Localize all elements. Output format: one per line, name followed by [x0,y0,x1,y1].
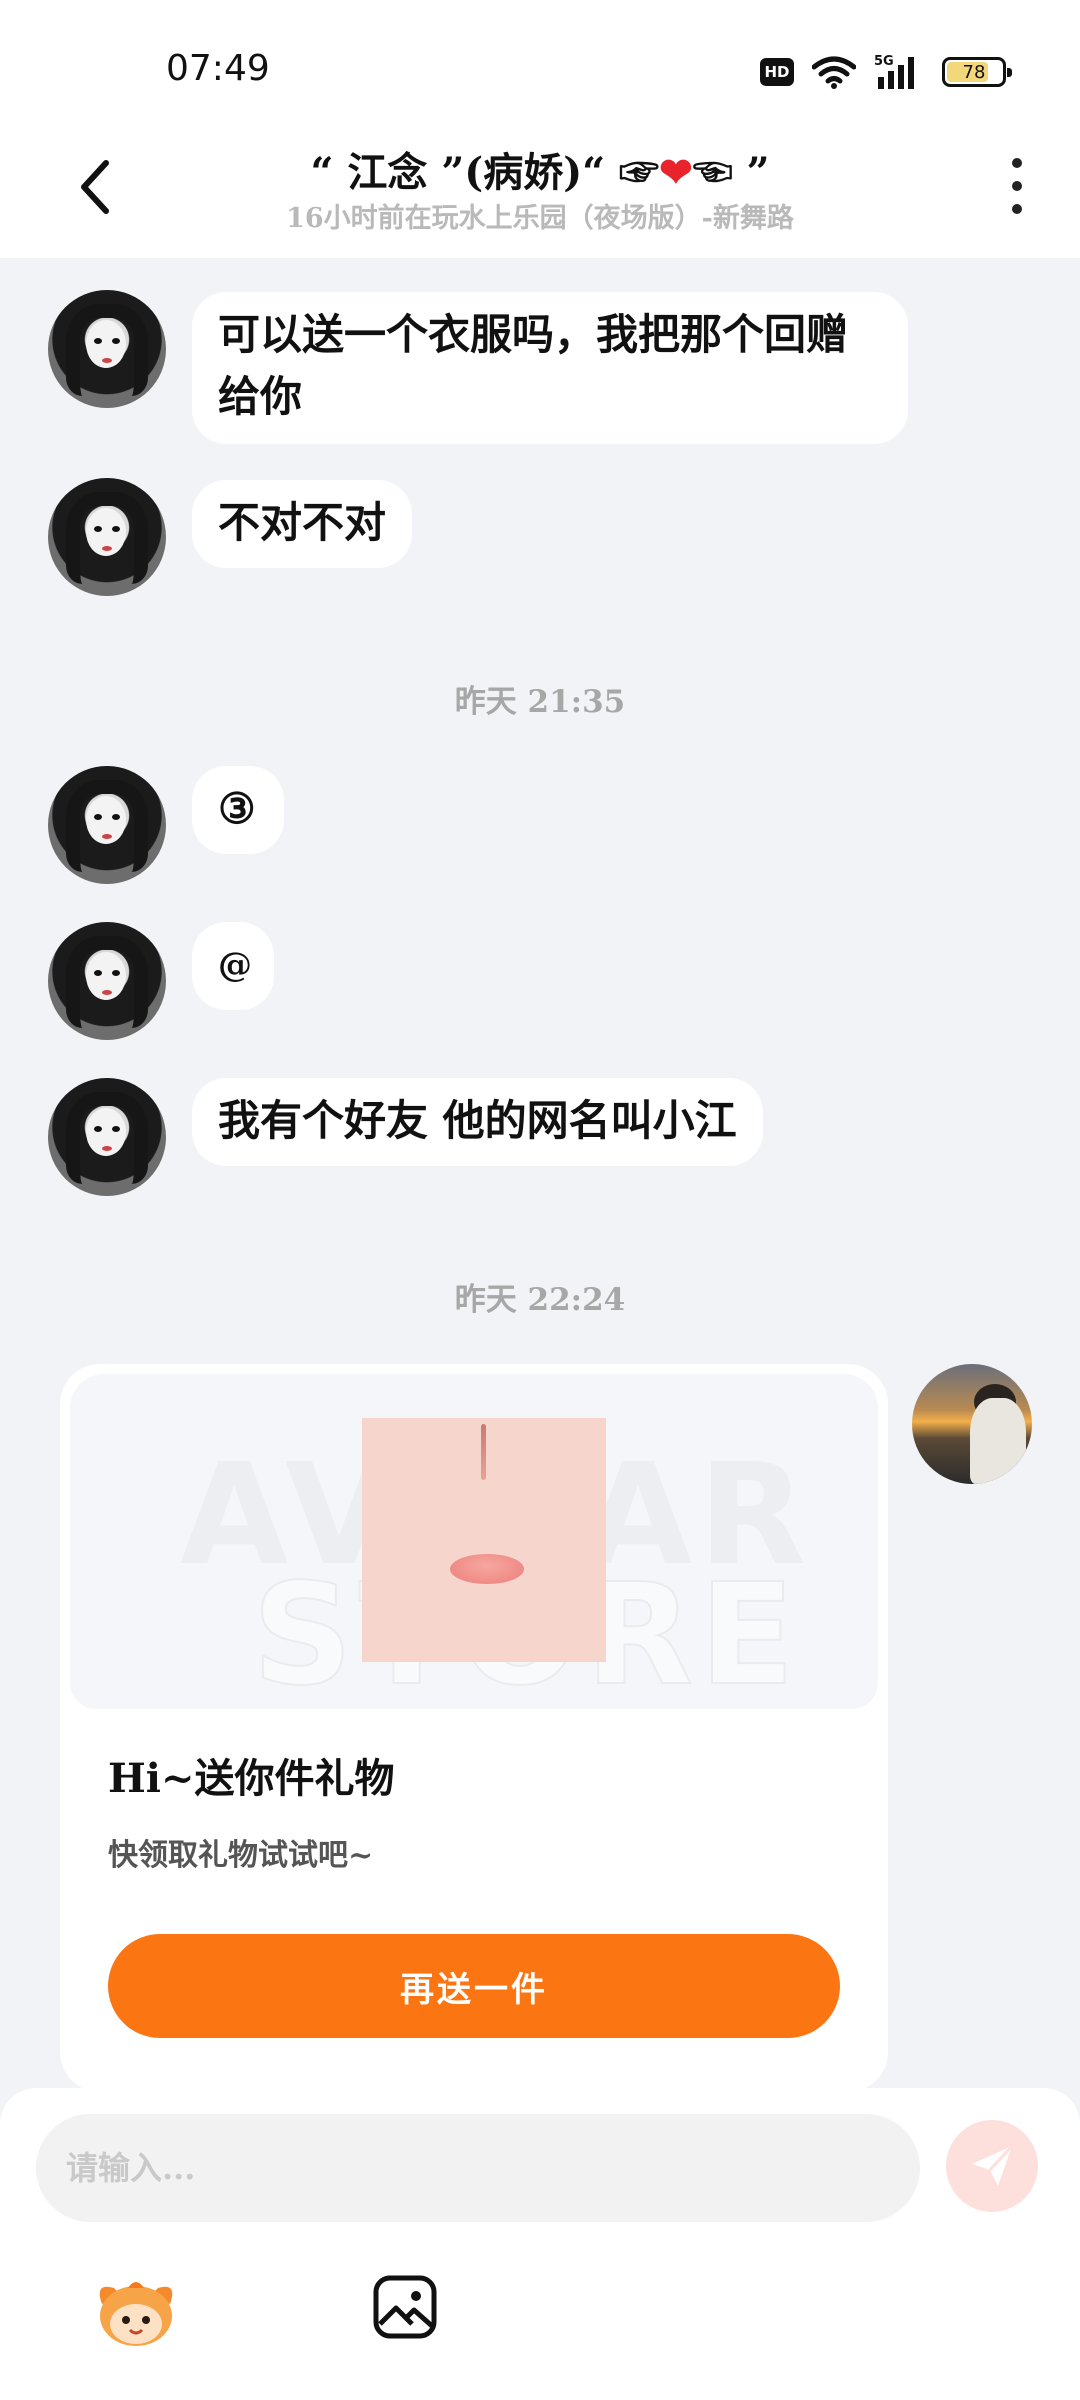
avatar-lip [102,546,112,551]
send-icon [972,2144,1014,2186]
gift-title: Hi~送你件礼物 [108,1755,395,1802]
avatar-lip [102,834,112,839]
product-nose [481,1424,486,1480]
back-icon [81,160,109,214]
message-bubble[interactable]: 我有个好友 他的网名叫小江 [192,1078,763,1166]
avatar-eye [94,338,102,344]
avatar-lip [102,990,112,995]
message-input[interactable] [36,2114,920,2222]
avatar-eye [112,338,120,344]
gift-image: AVATAR STORE [70,1374,878,1709]
wifi-icon [812,56,856,89]
title-text-suffix: ☜ ” [692,149,770,196]
contact-avatar[interactable] [48,922,166,1040]
avatar-eye [94,526,102,532]
time-divider: 昨天 21:35 [454,684,626,720]
gift-product-image [362,1418,606,1662]
more-icon-dot [1012,181,1022,191]
battery-icon: 78 [942,57,1012,87]
hd-icon: HD [760,58,794,86]
time-divider: 昨天 22:24 [454,1282,626,1318]
avatar-figure [970,1398,1026,1484]
avatar-eye [94,814,102,820]
top-bar: 07:49 HD 5G 78 “ 江念 ”(病娇)“ ☞❤☜ ” 16小时前在玩… [0,0,1080,258]
status-icons: HD 5G 78 [760,52,1012,92]
more-icon [1012,158,1022,168]
back-button[interactable] [70,152,120,222]
gift-subtitle: 快领取礼物试试吧~ [108,1838,374,1873]
gift-card[interactable]: AVATAR STORE Hi~送你件礼物 快领取礼物试试吧~ 再送一件 [60,1364,888,2092]
contact-avatar[interactable] [48,766,166,884]
signal-icon: 5G [874,54,914,89]
contact-avatar[interactable] [48,1078,166,1196]
send-button[interactable] [946,2120,1038,2212]
avatar-eye [112,814,120,820]
avatar-lip [102,1146,112,1151]
title-text-prefix: “ 江念 ”(病娇)“ ☞ [310,149,660,196]
self-avatar[interactable] [912,1364,1032,1484]
battery-level: 78 [962,61,986,83]
avatar-eye [112,970,120,976]
product-lips [450,1554,524,1584]
more-button[interactable] [1002,158,1032,214]
message-bubble[interactable]: 不对不对 [192,480,413,568]
send-again-button[interactable]: 再送一件 [108,1934,840,2038]
chat-subtitle: 16小时前在玩水上乐园（夜场版）-新舞路 [286,203,794,234]
contact-avatar[interactable] [48,290,166,408]
image-icon[interactable] [372,2274,438,2340]
composer-bar [0,2088,1080,2400]
avatar-eye [112,1126,120,1132]
more-icon-dot [1012,204,1022,214]
avatar-eye [112,526,120,532]
message-bubble[interactable]: 可以送一个衣服吗，我把那个回赠给你 [192,292,908,444]
chat-title: “ 江念 ”(病娇)“ ☞❤☜ ” [200,140,880,198]
heart-icon: ❤ [659,149,693,196]
avatar-lip [102,358,112,363]
contact-avatar[interactable] [48,478,166,596]
message-bubble[interactable]: ③ [192,766,284,854]
svg-text:5G: 5G [874,54,894,69]
mascot-icon[interactable] [92,2274,180,2350]
avatar-eye [94,970,102,976]
status-time: 07:49 [166,48,270,89]
avatar-eye [94,1126,102,1132]
message-bubble[interactable]: @ [192,922,274,1010]
